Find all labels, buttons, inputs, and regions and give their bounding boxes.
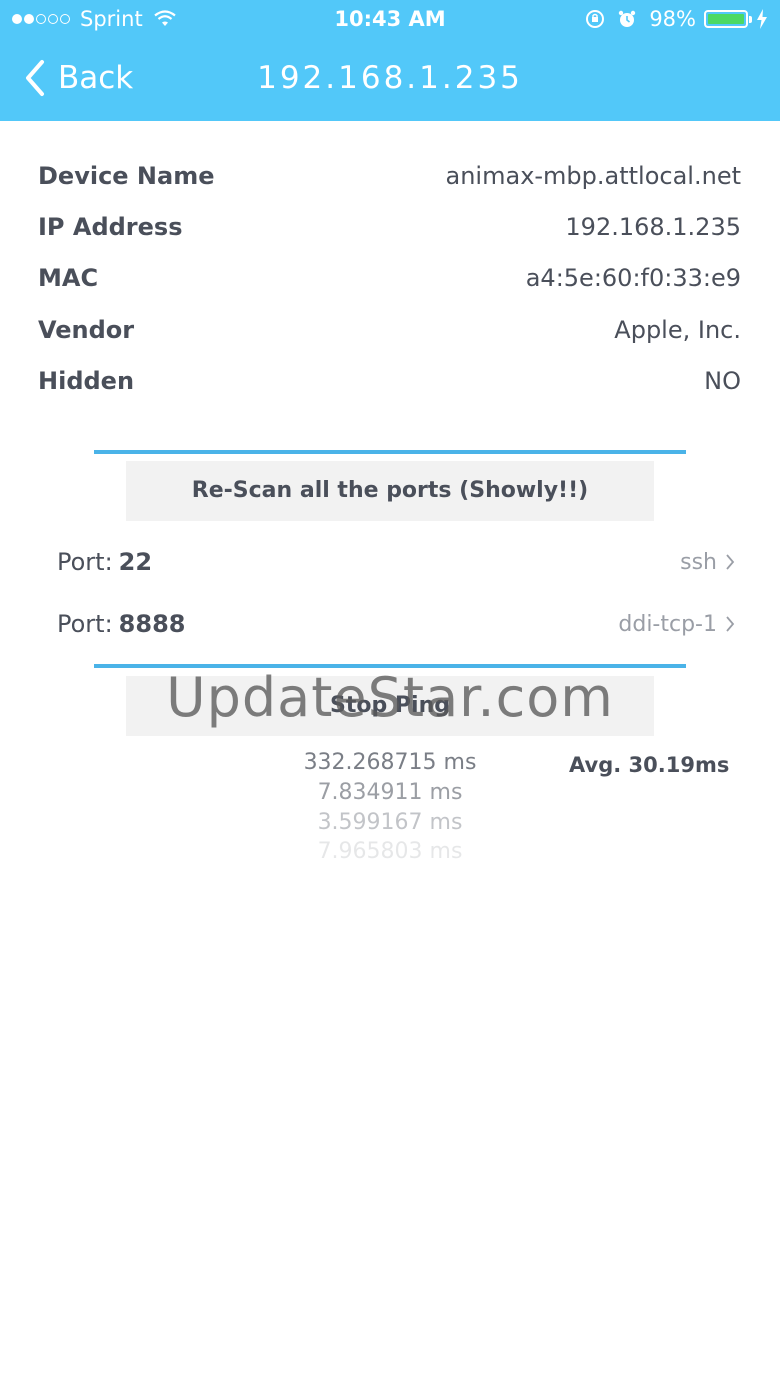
port-number: 8888	[118, 610, 186, 638]
info-row-vendor: Vendor Apple, Inc.	[38, 310, 741, 350]
info-row-hidden: Hidden NO	[38, 361, 741, 401]
info-value: animax-mbp.attlocal.net	[445, 162, 741, 190]
chevron-right-icon	[726, 616, 735, 632]
info-value: Apple, Inc.	[614, 316, 741, 344]
info-value: 192.168.1.235	[565, 213, 741, 241]
port-row[interactable]: Port: 22 ssh	[57, 542, 735, 582]
port-service: ssh	[680, 550, 735, 575]
ping-result: 3.599167 ms	[317, 810, 463, 835]
orientation-lock-icon	[586, 10, 605, 28]
info-value: NO	[704, 367, 741, 395]
chevron-right-icon	[726, 554, 735, 570]
info-label: Hidden	[38, 367, 135, 395]
battery-icon	[704, 10, 752, 28]
info-label: IP Address	[38, 213, 183, 241]
ping-result: 7.834911 ms	[317, 780, 463, 805]
info-label: MAC	[38, 264, 99, 292]
info-label: Device Name	[38, 162, 215, 190]
status-right: 98%	[585, 7, 768, 31]
port-service: ddi-tcp-1	[618, 612, 735, 637]
info-row-ip-address: IP Address 192.168.1.235	[38, 207, 741, 247]
charging-bolt-icon	[757, 9, 767, 29]
info-value: a4:5e:60:f0:33:e9	[525, 264, 741, 292]
ping-average: Avg. 30.19ms	[569, 753, 730, 777]
port-row[interactable]: Port: 8888 ddi-tcp-1	[57, 604, 735, 644]
port-label: Port: 8888	[57, 610, 186, 638]
status-bar: Sprint 10:43 AM 98%	[0, 0, 780, 40]
rescan-ports-button[interactable]: Re-Scan all the ports (Showly!!)	[126, 461, 654, 521]
ping-result: 7.965803 ms	[317, 839, 463, 864]
navigation-bar: Back 192.168.1.235	[0, 40, 780, 121]
alarm-icon	[619, 10, 636, 27]
info-row-mac: MAC a4:5e:60:f0:33:e9	[38, 258, 741, 298]
info-row-device-name: Device Name animax-mbp.attlocal.net	[38, 156, 741, 196]
port-number: 22	[118, 548, 153, 576]
page-title: 192.168.1.235	[257, 60, 523, 96]
port-label: Port: 22	[57, 548, 153, 576]
info-label: Vendor	[38, 316, 135, 344]
watermark: UpdateStar.com	[166, 666, 614, 729]
battery-percent: 98%	[649, 7, 696, 31]
divider	[94, 450, 686, 454]
